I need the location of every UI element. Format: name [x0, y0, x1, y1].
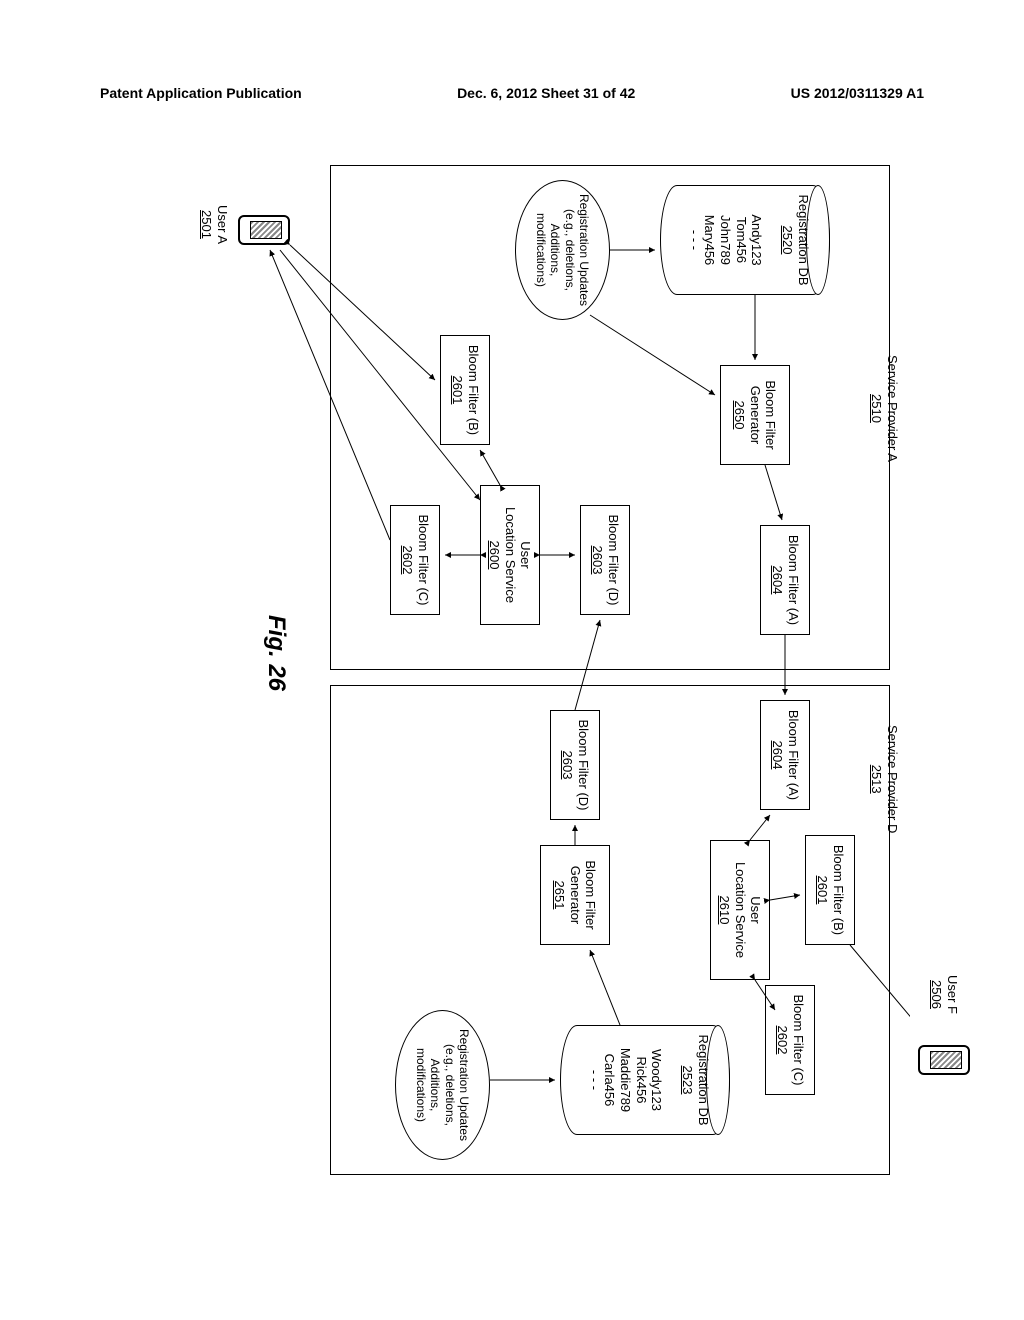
provider-a-title: Service Provider A 2510: [869, 355, 900, 462]
figure-label: Fig. 26: [262, 615, 290, 691]
diagram: Service Provider A 2510 Service Provider…: [150, 155, 910, 1185]
user-a-label: User A 2501: [199, 205, 230, 244]
bfgen-d: Bloom Filter Generator 2651: [540, 845, 610, 945]
uls-a: User Location Service 2600: [480, 485, 540, 625]
bfd-a: Bloom Filter (D) 2603: [580, 505, 630, 615]
bfb-a: Bloom Filter (B) 2601: [440, 335, 490, 445]
header-center: Dec. 6, 2012 Sheet 31 of 42: [457, 85, 635, 101]
provider-d-title: Service Provider D 2513: [869, 725, 900, 833]
page-header: Patent Application Publication Dec. 6, 2…: [100, 85, 924, 101]
header-right: US 2012/0311329 A1: [791, 85, 924, 101]
uls-d: User Location Service 2610: [710, 840, 770, 980]
bfc-a: Bloom Filter (C) 2602: [390, 505, 440, 615]
user-f-label: User F 2506: [929, 975, 960, 1014]
phone-user-a: [238, 215, 290, 245]
header-left: Patent Application Publication: [100, 85, 302, 101]
bfc-d: Bloom Filter (C) 2602: [765, 985, 815, 1095]
bfa-a: Bloom Filter (A) 2604: [760, 525, 810, 635]
bfd-d: Bloom Filter (D) 2603: [550, 710, 600, 820]
bfa-d: Bloom Filter (A) 2604: [760, 700, 810, 810]
updates-d: Registration Updates (e.g., deletions, A…: [395, 1010, 490, 1160]
updates-a: Registration Updates (e.g., deletions, A…: [515, 180, 610, 320]
reg-db-d: Registration DB 2523 Woody123 Rick456 Ma…: [560, 1025, 730, 1135]
bfb-d: Bloom Filter (B) 2601: [805, 835, 855, 945]
diagram-container: Service Provider A 2510 Service Provider…: [15, 290, 1024, 1050]
bfgen-a: Bloom Filter Generator 2650: [720, 365, 790, 465]
reg-db-a: Registration DB 2520 Andy123 Tom456 John…: [660, 185, 830, 295]
phone-user-f: [918, 1045, 970, 1075]
